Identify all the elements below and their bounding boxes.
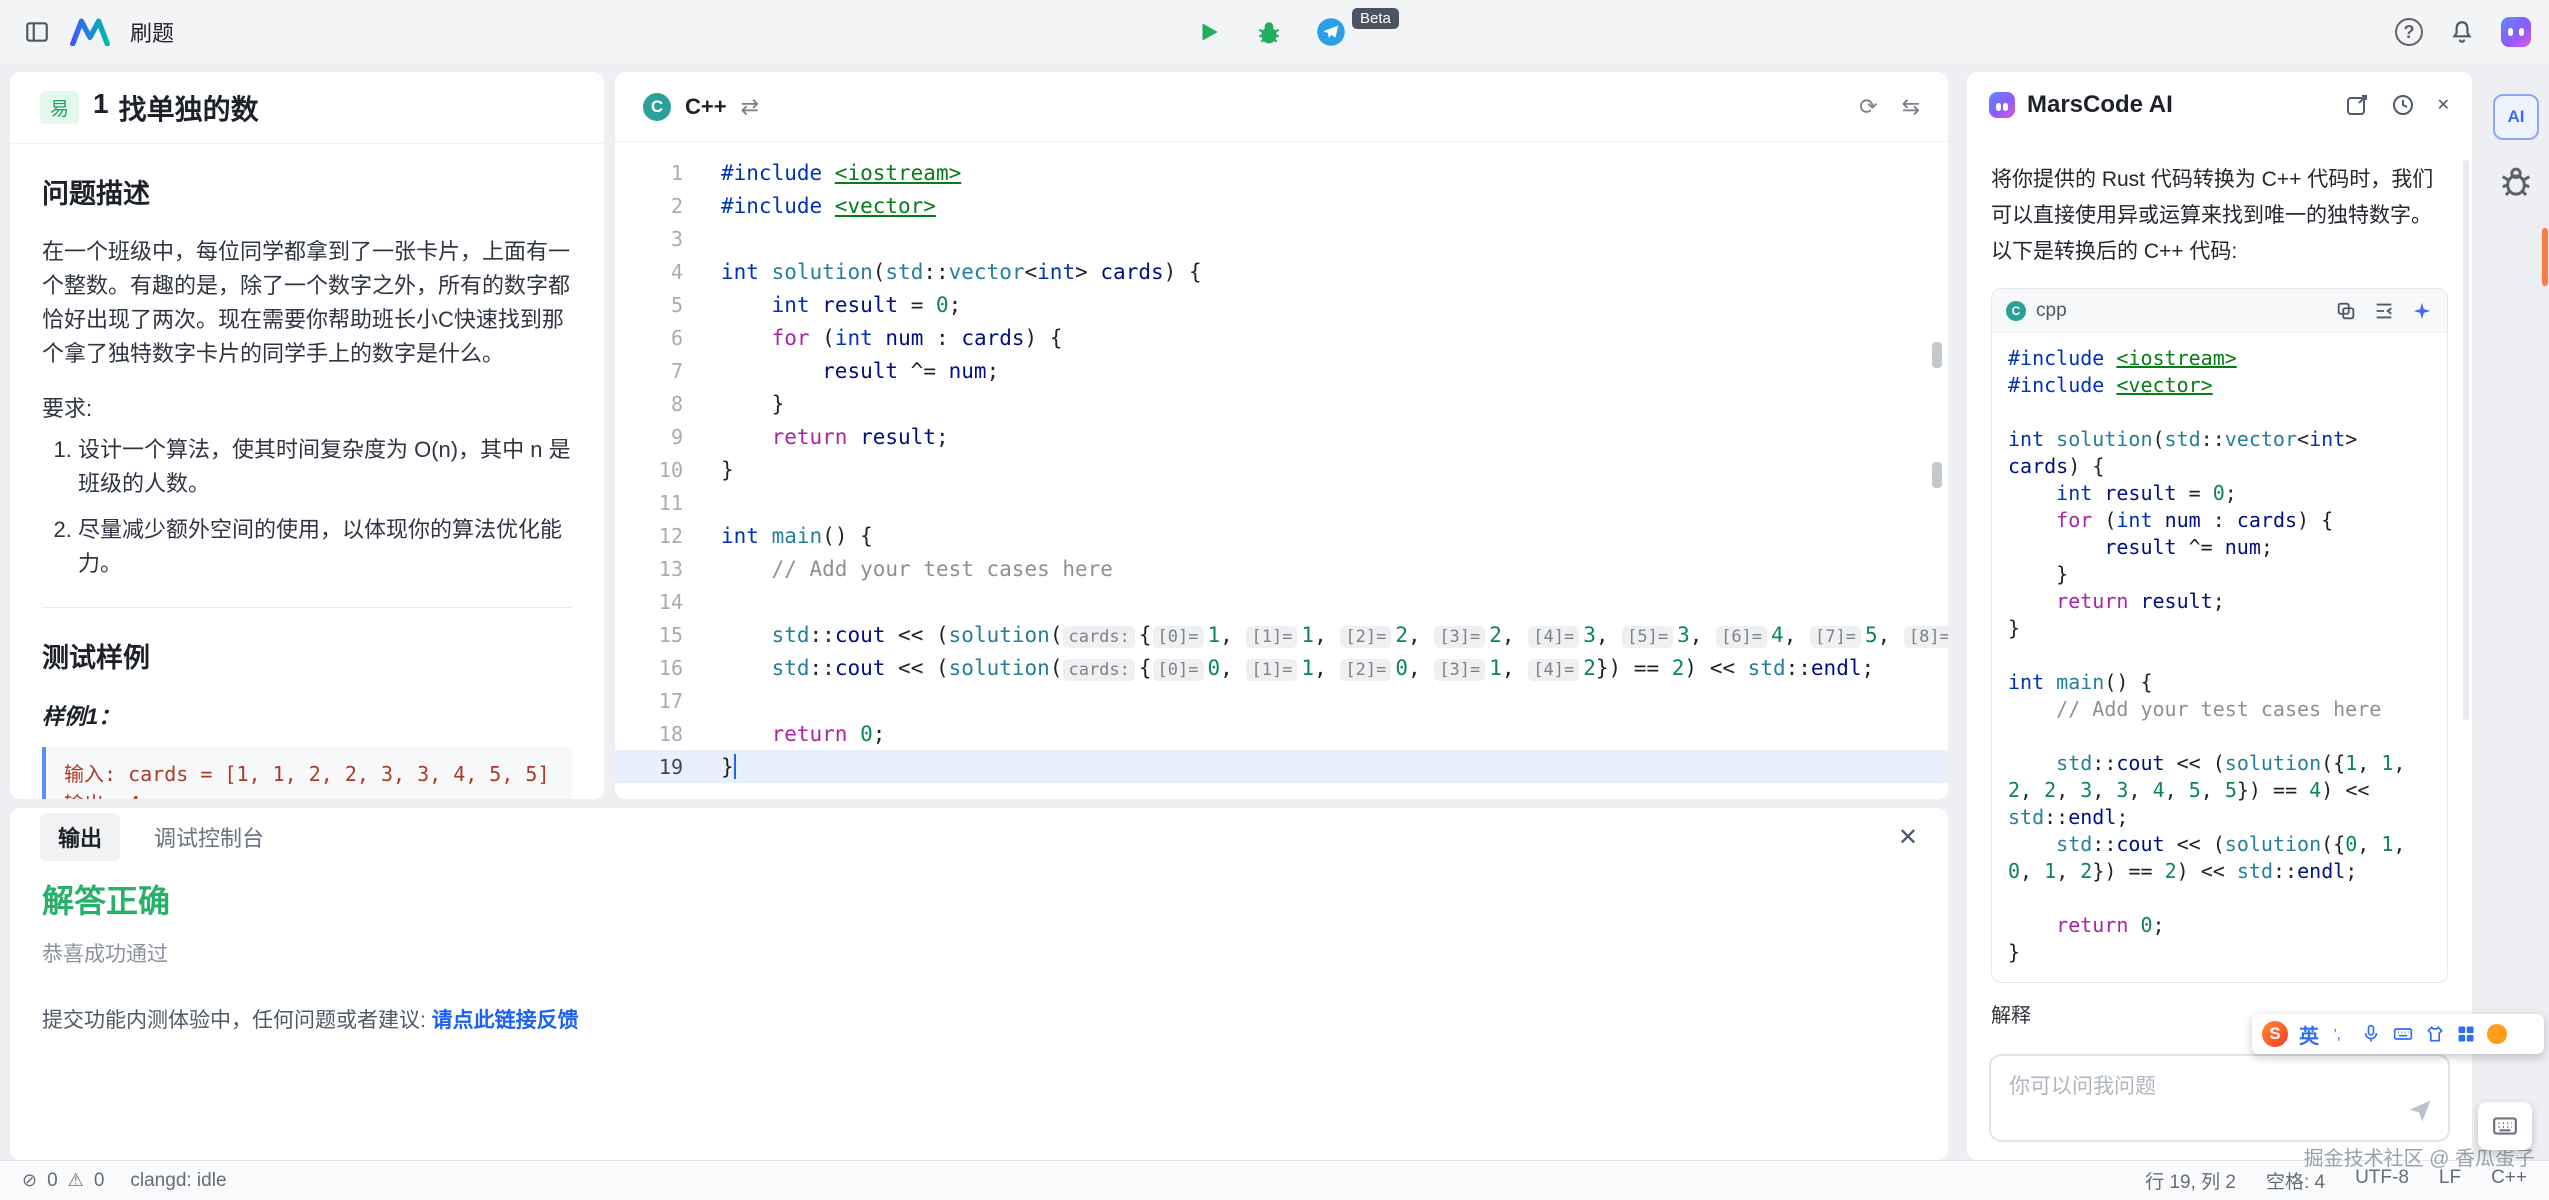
notifications-bell-icon[interactable]: [2449, 19, 2475, 45]
copy-code-icon[interactable]: [2335, 300, 2357, 322]
warnings-count: 0: [94, 1170, 105, 1192]
feedback-link[interactable]: 请点此链接反馈: [432, 1009, 579, 1032]
editor-header: C C++ ⇄ ⟳ ⇆: [615, 72, 1948, 142]
sogou-logo-icon[interactable]: S: [2262, 1021, 2288, 1047]
problem-name: 找单独的数: [119, 88, 259, 128]
sogou-smiley-icon[interactable]: [2487, 1024, 2507, 1044]
cpp-language-icon: C: [2006, 301, 2026, 321]
feedback-line: 提交功能内测体验中，任何问题或者建议: 请点此链接反馈: [42, 1004, 1916, 1034]
ime-keyboard-button[interactable]: [2478, 1102, 2532, 1150]
ai-message: 将你提供的 Rust 代码转换为 C++ 代码时，我们可以直接使用异或运算来找到…: [1991, 162, 2448, 270]
description-heading: 问题描述: [42, 172, 572, 211]
requirements-label: 要求:: [42, 391, 572, 423]
samples-heading: 测试样例: [42, 636, 572, 675]
requirement-item: 尽量减少额外空间的使用，以体现你的算法优化能力。: [78, 513, 572, 581]
eol-type[interactable]: LF: [2439, 1167, 2461, 1194]
ai-code-card: C cpp #include <iostream>#include <vecto…: [1991, 288, 2448, 983]
edge-indicator: [2542, 228, 2548, 286]
chat-input-placeholder: 你可以问我问题: [2009, 1070, 2156, 1100]
cpp-language-icon: C: [643, 93, 671, 121]
close-panel-icon[interactable]: ✕: [2437, 93, 2450, 117]
language-server-status[interactable]: clangd: idle: [130, 1170, 226, 1192]
ai-panel-title: MarsCode AI: [2027, 91, 2173, 119]
microphone-icon[interactable]: [2361, 1024, 2381, 1044]
ime-punctuation-icon[interactable]: ’,: [2330, 1024, 2350, 1044]
insert-code-icon[interactable]: [2373, 300, 2395, 322]
debug-tool-icon[interactable]: [2496, 160, 2536, 205]
debug-run-button[interactable]: [1256, 19, 1282, 45]
problem-description: 在一个班级中，每位同学都拿到了一张卡片，上面有一个整数。有趣的是，除了一个数字之…: [42, 235, 572, 371]
code-card-header: C cpp: [1992, 289, 2447, 333]
language-tab[interactable]: C++: [685, 94, 727, 120]
app-title: 刷题: [130, 16, 174, 48]
language-mode[interactable]: C++: [2491, 1167, 2527, 1194]
chat-input[interactable]: 你可以问我问题: [1989, 1054, 2450, 1142]
apply-sparkle-icon[interactable]: [2411, 300, 2433, 322]
reset-code-icon[interactable]: ⟳: [1859, 94, 1877, 120]
feedback-text: 提交功能内测体验中，任何问题或者建议:: [42, 1009, 432, 1032]
help-icon[interactable]: ?: [2395, 18, 2423, 46]
send-icon[interactable]: [2406, 1097, 2434, 1130]
warnings-icon[interactable]: ⚠: [68, 1170, 84, 1191]
errors-count: 0: [47, 1170, 58, 1192]
cursor-position[interactable]: 行 19, 列 2: [2145, 1167, 2236, 1194]
ai-code: #include <iostream>#include <vector> int…: [1992, 333, 2447, 982]
ime-toolbar[interactable]: S 英 ’,: [2252, 1014, 2544, 1054]
app-root: 刷题 Beta ? 易 1 找单独的数: [0, 0, 2549, 1200]
restore-history-icon[interactable]: ⇆: [1902, 94, 1920, 120]
ime-language-label[interactable]: 英: [2299, 1020, 2319, 1049]
editor-code[interactable]: 1#include <iostream>2#include <vector>3 …: [615, 142, 1948, 783]
marscode-ai-avatar-icon[interactable]: [2501, 17, 2531, 47]
tab-output[interactable]: 输出: [40, 813, 120, 861]
topbar: 刷题 Beta ?: [0, 0, 2549, 64]
encoding[interactable]: UTF-8: [2355, 1167, 2409, 1194]
explain-action[interactable]: 解释: [1991, 999, 2031, 1028]
requirement-item: 设计一个算法，使其时间复杂度为 O(n)，其中 n 是班级的人数。: [78, 433, 572, 501]
divider: [42, 607, 572, 608]
keyboard-icon[interactable]: [2392, 1024, 2414, 1044]
marscode-logo[interactable]: [70, 18, 110, 46]
console-panel: 输出 调试控制台 ✕ 解答正确 恭喜成功通过 提交功能内测体验中，任何问题或者建…: [10, 808, 1948, 1160]
svg-text:’,: ’,: [2333, 1026, 2341, 1043]
activity-bar: AI: [2483, 64, 2549, 1160]
tab-debug-console[interactable]: 调试控制台: [154, 821, 264, 853]
result-status: 解答正确: [42, 876, 1916, 922]
switch-language-icon[interactable]: ⇄: [741, 94, 759, 120]
ai-assistant-panel: MarsCode AI ✕ 将你提供的 Rust 代码转换为 C++ 代码时，我…: [1967, 72, 2472, 1160]
new-chat-icon[interactable]: [2345, 93, 2369, 117]
toolbox-icon[interactable]: [2456, 1024, 2476, 1044]
sample-label: 样例1：: [42, 699, 572, 731]
panel-scrollbar[interactable]: [2463, 160, 2469, 720]
history-icon[interactable]: [2391, 93, 2415, 117]
scrollbar-mark: [1932, 342, 1942, 368]
result-subtitle: 恭喜成功通过: [42, 938, 1916, 968]
status-bar: ⊘ 0 ⚠ 0 clangd: idle 行 19, 列 2 空格: 4 UTF…: [0, 1160, 2549, 1200]
share-telegram-button[interactable]: [1316, 17, 1346, 47]
editor-panel: C C++ ⇄ ⟳ ⇆ 1#include <iostream>2#includ…: [615, 72, 1948, 799]
sample-block: 输入: cards = [1, 1, 2, 2, 3, 3, 4, 5, 5] …: [42, 747, 572, 799]
sample-output: 输出: 4: [64, 789, 554, 799]
code-language-label: cpp: [2036, 300, 2067, 322]
scrollbar-mark: [1932, 462, 1942, 488]
problem-header: 易 1 找单独的数: [10, 72, 604, 144]
problem-title: 1 找单独的数: [93, 88, 259, 128]
difficulty-badge: 易: [40, 91, 79, 124]
indentation[interactable]: 空格: 4: [2266, 1167, 2325, 1194]
beta-badge: Beta: [1352, 8, 1399, 29]
ai-panel-header: MarsCode AI ✕: [1967, 72, 2472, 138]
skin-icon[interactable]: [2425, 1024, 2445, 1044]
sidebar-toggle-icon[interactable]: [24, 19, 50, 45]
problem-number: 1: [93, 88, 109, 128]
marscode-ai-logo: [1989, 92, 2015, 118]
errors-icon[interactable]: ⊘: [22, 1170, 37, 1191]
console-tabbar: 输出 调试控制台 ✕: [10, 808, 1948, 866]
sample-input: 输入: cards = [1, 1, 2, 2, 3, 3, 4, 5, 5]: [64, 759, 554, 789]
problem-panel: 易 1 找单独的数 问题描述 在一个班级中，每位同学都拿到了一张卡片，上面有一个…: [10, 72, 604, 799]
console-close-icon[interactable]: ✕: [1898, 823, 1918, 852]
ai-assistant-tab-icon[interactable]: AI: [2493, 94, 2539, 140]
requirements-list: 设计一个算法，使其时间复杂度为 O(n)，其中 n 是班级的人数。 尽量减少额外…: [42, 433, 572, 581]
run-button[interactable]: [1196, 19, 1222, 45]
